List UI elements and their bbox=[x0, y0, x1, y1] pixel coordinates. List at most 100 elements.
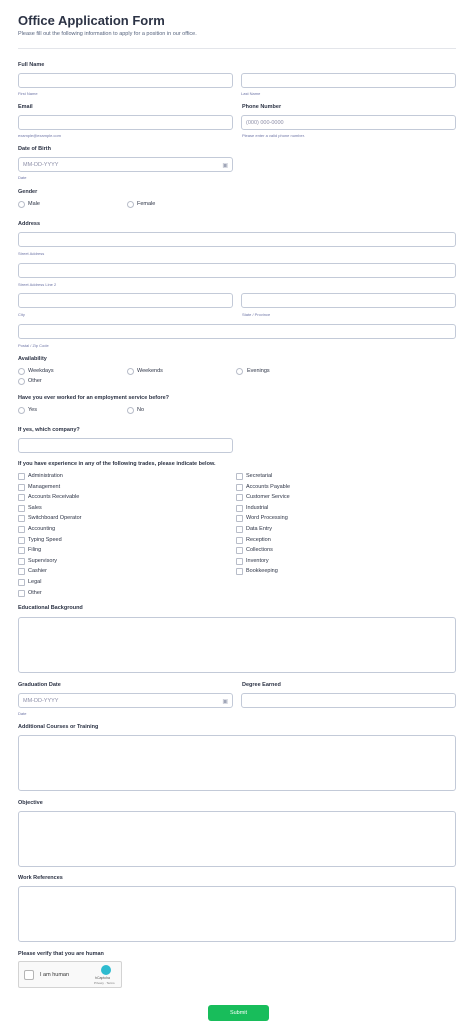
header-divider bbox=[18, 48, 456, 49]
trade-checkbox[interactable] bbox=[236, 547, 243, 555]
trade-option-label: Cashier bbox=[28, 568, 47, 575]
objective-textarea[interactable] bbox=[18, 811, 456, 867]
trade-checkbox[interactable] bbox=[236, 473, 243, 480]
dob-placeholder: MM-DD-YYYY bbox=[23, 162, 59, 168]
availability-label: Availability bbox=[18, 356, 47, 362]
trade-checkbox[interactable] bbox=[18, 494, 25, 502]
trade-option-label: Reception bbox=[246, 536, 271, 543]
email-input[interactable] bbox=[18, 115, 233, 130]
trade-checkbox[interactable] bbox=[18, 515, 25, 523]
trade-option-label: Filing bbox=[28, 547, 42, 554]
trade-checkbox[interactable] bbox=[18, 589, 25, 597]
street-address-2-sublabel: Street Address Line 2 bbox=[18, 282, 57, 287]
employment-service-radio-yes[interactable] bbox=[18, 407, 25, 414]
trade-checkbox[interactable] bbox=[18, 568, 25, 576]
city-input[interactable] bbox=[18, 293, 233, 308]
address-label: Address bbox=[18, 221, 41, 227]
gender-radio-female[interactable] bbox=[127, 201, 134, 208]
trade-checkbox[interactable] bbox=[18, 579, 25, 586]
trade-checkbox[interactable] bbox=[236, 504, 243, 512]
trade-option-label: Other bbox=[28, 589, 42, 596]
graduation-sublabel: Date bbox=[18, 711, 27, 716]
availability-radio-weekends[interactable] bbox=[127, 368, 134, 375]
state-input[interactable] bbox=[241, 293, 456, 308]
form-title: Office Application Form bbox=[18, 13, 165, 28]
trade-checkbox[interactable] bbox=[236, 568, 243, 576]
street-address-2-input[interactable] bbox=[18, 263, 456, 278]
captcha-links[interactable]: Privacy · Terms bbox=[94, 981, 115, 985]
trade-option-label: Typing Speed bbox=[28, 536, 62, 543]
education-textarea[interactable] bbox=[18, 617, 456, 673]
last-name-input[interactable] bbox=[241, 73, 456, 88]
captcha-widget: I am human hCaptcha Privacy · Terms bbox=[18, 961, 122, 988]
phone-sublabel: Please enter a valid phone number. bbox=[242, 133, 305, 138]
form-subtitle: Please fill out the following informatio… bbox=[18, 31, 197, 37]
trade-checkbox[interactable] bbox=[18, 557, 25, 565]
trade-checkbox[interactable] bbox=[18, 504, 25, 512]
street-address-sublabel: Street Address bbox=[18, 251, 45, 256]
company-input[interactable] bbox=[18, 438, 233, 453]
trade-option-label: Inventory bbox=[246, 557, 269, 564]
trade-checkbox[interactable] bbox=[236, 483, 243, 491]
state-sublabel: State / Province bbox=[242, 312, 271, 317]
trade-option-label: Switchboard Operator bbox=[28, 515, 82, 522]
trade-checkbox[interactable] bbox=[18, 473, 25, 480]
trade-option-label: Accounts Receivable bbox=[28, 494, 80, 501]
employment-service-option-no: No bbox=[137, 407, 145, 413]
captcha-checkbox[interactable] bbox=[24, 970, 34, 980]
dob-input[interactable]: MM-DD-YYYY ▣ bbox=[18, 157, 233, 172]
trade-checkbox[interactable] bbox=[18, 536, 25, 544]
graduation-label: Graduation Date bbox=[18, 682, 61, 688]
trade-option-label: Sales bbox=[28, 504, 42, 511]
graduation-placeholder: MM-DD-YYYY bbox=[23, 698, 59, 704]
trade-checkbox[interactable] bbox=[236, 526, 243, 533]
phone-placeholder: (000) 000-0000 bbox=[246, 120, 284, 126]
graduation-input[interactable]: MM-DD-YYYY ▣ bbox=[18, 693, 233, 708]
degree-input[interactable] bbox=[241, 693, 456, 708]
courses-label: Additional Courses or Training bbox=[18, 724, 99, 730]
employment-service-radio-no[interactable] bbox=[127, 407, 134, 414]
zip-sublabel: Postal / Zip Code bbox=[18, 343, 49, 348]
trade-checkbox[interactable] bbox=[236, 515, 243, 523]
trade-option-label: Word Processing bbox=[246, 515, 288, 522]
verify-label: Please verify that you are human bbox=[18, 951, 104, 957]
trade-option-label: Legal bbox=[28, 579, 42, 585]
street-address-input[interactable] bbox=[18, 232, 456, 247]
phone-label: Phone Number bbox=[242, 104, 282, 110]
full-name-label: Full Name bbox=[18, 62, 45, 68]
education-label: Educational Background bbox=[18, 605, 83, 611]
calendar-icon[interactable]: ▣ bbox=[222, 698, 228, 705]
availability-radio-weekdays[interactable] bbox=[18, 368, 25, 375]
trade-checkbox[interactable] bbox=[236, 494, 243, 502]
trade-checkbox[interactable] bbox=[18, 547, 25, 555]
trade-option-label: Administration bbox=[28, 473, 63, 479]
trade-checkbox[interactable] bbox=[18, 526, 25, 533]
courses-textarea[interactable] bbox=[18, 735, 456, 791]
gender-radio-male[interactable] bbox=[18, 201, 25, 208]
trade-checkbox[interactable] bbox=[236, 536, 243, 544]
trade-checkbox[interactable] bbox=[236, 557, 243, 565]
phone-input[interactable]: (000) 000-0000 bbox=[241, 115, 456, 130]
email-sublabel: example@example.com bbox=[18, 133, 61, 138]
hcaptcha-logo-icon bbox=[101, 965, 111, 975]
trade-option-label: Customer Service bbox=[246, 494, 290, 501]
availability-option-weekdays: Weekdays bbox=[28, 368, 54, 374]
submit-button[interactable]: Submit bbox=[208, 1005, 269, 1021]
trade-option-label: Secretarial bbox=[246, 473, 273, 479]
degree-label: Degree Earned bbox=[242, 682, 281, 688]
first-name-input[interactable] bbox=[18, 73, 233, 88]
calendar-icon[interactable]: ▣ bbox=[222, 162, 228, 169]
first-name-sublabel: First Name bbox=[18, 91, 38, 96]
captcha-brand: hCaptcha bbox=[95, 976, 110, 980]
availability-radio-other[interactable] bbox=[18, 378, 25, 385]
references-textarea[interactable] bbox=[18, 886, 456, 942]
zip-input[interactable] bbox=[18, 324, 456, 339]
city-sublabel: City bbox=[18, 312, 25, 317]
trade-option-label: Accounts Payable bbox=[246, 483, 291, 490]
dob-sublabel: Date bbox=[18, 175, 27, 180]
trade-option-label: Supervisory bbox=[28, 557, 58, 564]
trade-checkbox[interactable] bbox=[18, 483, 25, 491]
captcha-text: I am human bbox=[40, 972, 70, 978]
availability-radio-evenings[interactable] bbox=[236, 368, 243, 375]
email-label: Email bbox=[18, 104, 33, 110]
